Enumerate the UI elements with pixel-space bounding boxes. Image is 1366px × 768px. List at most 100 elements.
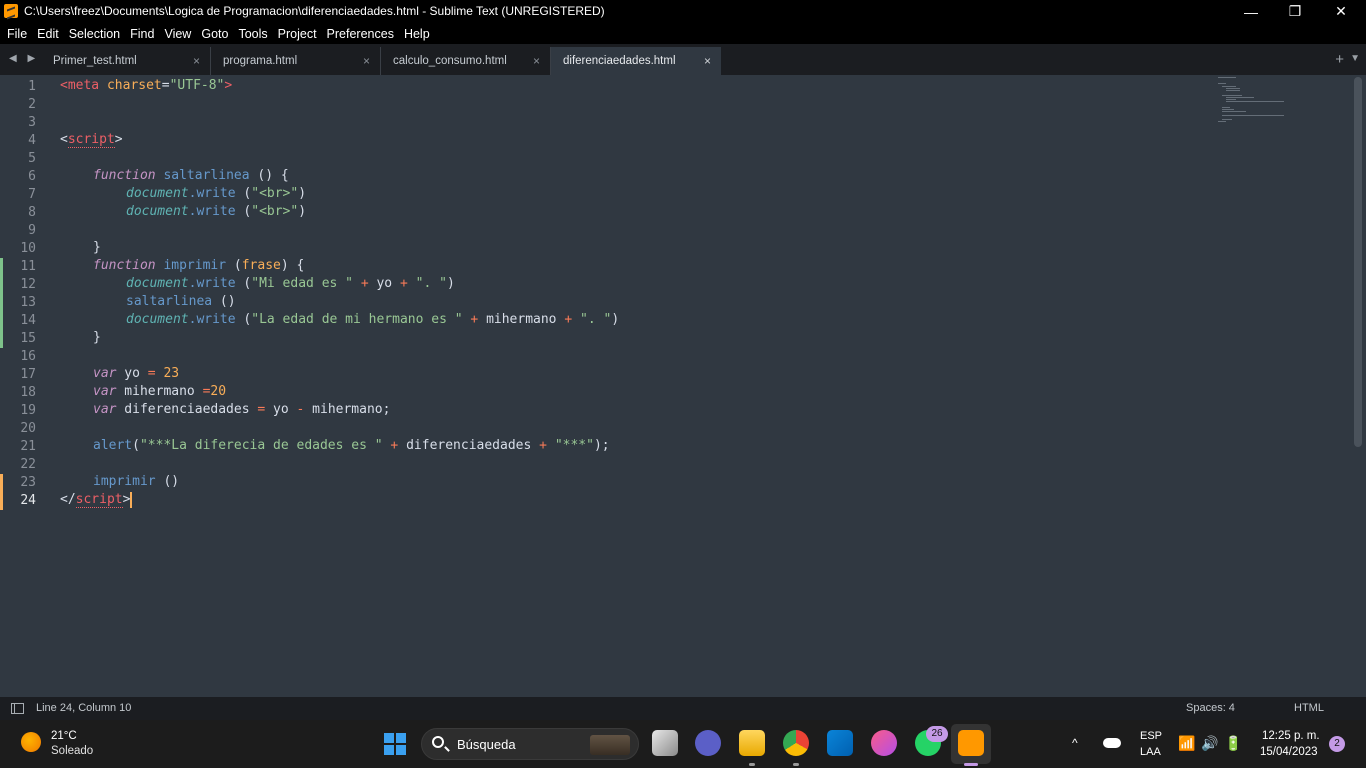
- indentation-setting[interactable]: Spaces: 4: [1186, 702, 1235, 714]
- line-number-gutter: 1 2 3 4 5 6 7 8 9 10 11 12 13 14 15 16 17 18 19 20 21 22 23 24: [0, 75, 48, 697]
- menu-view[interactable]: View: [159, 27, 196, 41]
- line-number: 23: [20, 475, 36, 490]
- line-number: 12: [20, 277, 36, 292]
- line-number: 20: [20, 421, 36, 436]
- windows-start-icon[interactable]: [384, 733, 406, 755]
- tab-calculo-consumo[interactable]: calculo_consumo.html ×: [381, 47, 551, 75]
- tab-programa[interactable]: programa.html ×: [211, 47, 381, 75]
- weather-condition[interactable]: Soleado: [51, 745, 93, 757]
- show-hidden-icons-icon[interactable]: ^: [1072, 736, 1078, 750]
- line-number: 5: [28, 151, 36, 166]
- code-line-17: var yo = 23: [93, 366, 180, 381]
- taskbar: 21°C Soleado Búsqueda 26 ^ ESP LAA 📶🔊🔋 1…: [0, 720, 1366, 768]
- line-number: 11: [20, 259, 36, 274]
- teams-chat-icon[interactable]: [695, 730, 721, 756]
- tab-close-icon[interactable]: ×: [193, 54, 200, 68]
- sublime-text-taskbar-icon[interactable]: [958, 730, 984, 756]
- code-line-6: function saltarlinea () {: [93, 168, 289, 183]
- line-number: 22: [20, 457, 36, 472]
- menu-project[interactable]: Project: [273, 27, 322, 41]
- task-view-icon[interactable]: [652, 730, 678, 756]
- menu-help[interactable]: Help: [399, 27, 435, 41]
- itunes-icon[interactable]: [871, 730, 897, 756]
- menu-file[interactable]: File: [2, 27, 32, 41]
- line-number: 1: [28, 79, 36, 94]
- wifi-volume-battery-icons[interactable]: 📶🔊🔋: [1178, 735, 1248, 752]
- line-number: 17: [20, 367, 36, 382]
- line-number: 6: [28, 169, 36, 184]
- code-line-12: document.write ("Mi edad es " + yo + ". …: [126, 276, 455, 291]
- code-line-11: function imprimir (frase) {: [93, 258, 305, 273]
- cursor-position[interactable]: Line 24, Column 10: [36, 702, 131, 714]
- menu-edit[interactable]: Edit: [32, 27, 64, 41]
- code-line-24: </script>: [60, 491, 133, 508]
- menu-find[interactable]: Find: [125, 27, 159, 41]
- code-line-10: }: [93, 240, 101, 255]
- status-bar: Line 24, Column 10 Spaces: 4 HTML: [0, 697, 1366, 720]
- window-title: C:\Users\freez\Documents\Logica de Progr…: [24, 4, 605, 18]
- line-number: 10: [20, 241, 36, 256]
- sun-icon[interactable]: [21, 732, 41, 752]
- line-number: 9: [28, 223, 36, 238]
- line-number: 7: [28, 187, 36, 202]
- line-number: 13: [20, 295, 36, 310]
- editor-area[interactable]: 1 2 3 4 5 6 7 8 9 10 11 12 13 14 15 16 17 18 19 20 21 22 23 24 …: [0, 75, 1366, 697]
- tab-diferenciaedades[interactable]: diferenciaedades.html ×: [551, 47, 721, 75]
- tab-label: Primer_test.html: [53, 55, 137, 67]
- menu-preferences[interactable]: Preferences: [322, 27, 399, 41]
- minimap[interactable]: [1218, 75, 1308, 135]
- menu-goto[interactable]: Goto: [196, 27, 233, 41]
- tab-label: calculo_consumo.html: [393, 55, 507, 67]
- tab-close-icon[interactable]: ×: [533, 54, 540, 68]
- new-tab-plus-icon[interactable]: +: [1335, 51, 1344, 68]
- clock-time[interactable]: 12:25 p. m.: [1262, 730, 1320, 742]
- tab-list-dropdown-icon[interactable]: ▼: [1350, 53, 1360, 64]
- code-line-18: var mihermano =20: [93, 384, 227, 399]
- clock-date[interactable]: 15/04/2023: [1260, 746, 1318, 758]
- syntax-selector[interactable]: HTML: [1294, 702, 1324, 714]
- file-explorer-icon[interactable]: [739, 730, 765, 756]
- line-number: 8: [28, 205, 36, 220]
- code-line-19: var diferenciaedades = yo - mihermano;: [93, 402, 391, 417]
- line-number: 24: [20, 493, 36, 508]
- line-number: 3: [28, 115, 36, 130]
- input-language[interactable]: ESP: [1140, 730, 1162, 742]
- restore-button[interactable]: ❐: [1272, 0, 1318, 23]
- code-line-1: <meta charset="UTF-8">: [60, 78, 233, 93]
- menu-selection[interactable]: Selection: [64, 27, 125, 41]
- line-number: 21: [20, 439, 36, 454]
- panel-toggle-icon[interactable]: [11, 703, 24, 714]
- title-bar: C:\Users\freez\Documents\Logica de Progr…: [0, 0, 1366, 23]
- code-line-8: document.write ("<br>"): [126, 204, 307, 219]
- line-number: 15: [20, 331, 36, 346]
- line-number: 18: [20, 385, 36, 400]
- tab-bar: ◀ ▶ Primer_test.html × programa.html × c…: [0, 44, 1366, 75]
- code-line-7: document.write ("<br>"): [126, 186, 307, 201]
- vertical-scrollbar[interactable]: [1354, 77, 1362, 447]
- minimize-button[interactable]: —: [1228, 0, 1274, 23]
- tab-close-icon[interactable]: ×: [363, 54, 370, 68]
- tab-close-icon[interactable]: ×: [704, 54, 711, 68]
- menu-bar: File Edit Selection Find View Goto Tools…: [0, 23, 1366, 44]
- line-number: 14: [20, 313, 36, 328]
- menu-tools[interactable]: Tools: [233, 27, 272, 41]
- onedrive-cloud-icon[interactable]: [1103, 738, 1121, 748]
- close-window-button[interactable]: ✕: [1318, 0, 1364, 23]
- line-number: 16: [20, 349, 36, 364]
- whatsapp-badge: 26: [926, 726, 948, 742]
- keyboard-layout[interactable]: LAA: [1140, 746, 1161, 758]
- tab-label: programa.html: [223, 55, 298, 67]
- tab-primer-test[interactable]: Primer_test.html ×: [41, 47, 211, 75]
- code-line-15: }: [93, 330, 101, 345]
- notification-badge[interactable]: 2: [1329, 736, 1345, 752]
- code-content[interactable]: <meta charset="UTF-8"> <script> function…: [60, 75, 1210, 697]
- line-number: 19: [20, 403, 36, 418]
- search-placeholder: Búsqueda: [457, 737, 516, 752]
- weather-temperature[interactable]: 21°C: [51, 730, 77, 742]
- microsoft-store-icon[interactable]: [827, 730, 853, 756]
- taskbar-search[interactable]: Búsqueda: [421, 728, 639, 760]
- chrome-icon[interactable]: [783, 730, 809, 756]
- text-cursor: [130, 491, 133, 508]
- tab-nav-arrows-icon[interactable]: ◀ ▶: [9, 53, 39, 64]
- code-line-14: document.write ("La edad de mi hermano e…: [126, 312, 620, 327]
